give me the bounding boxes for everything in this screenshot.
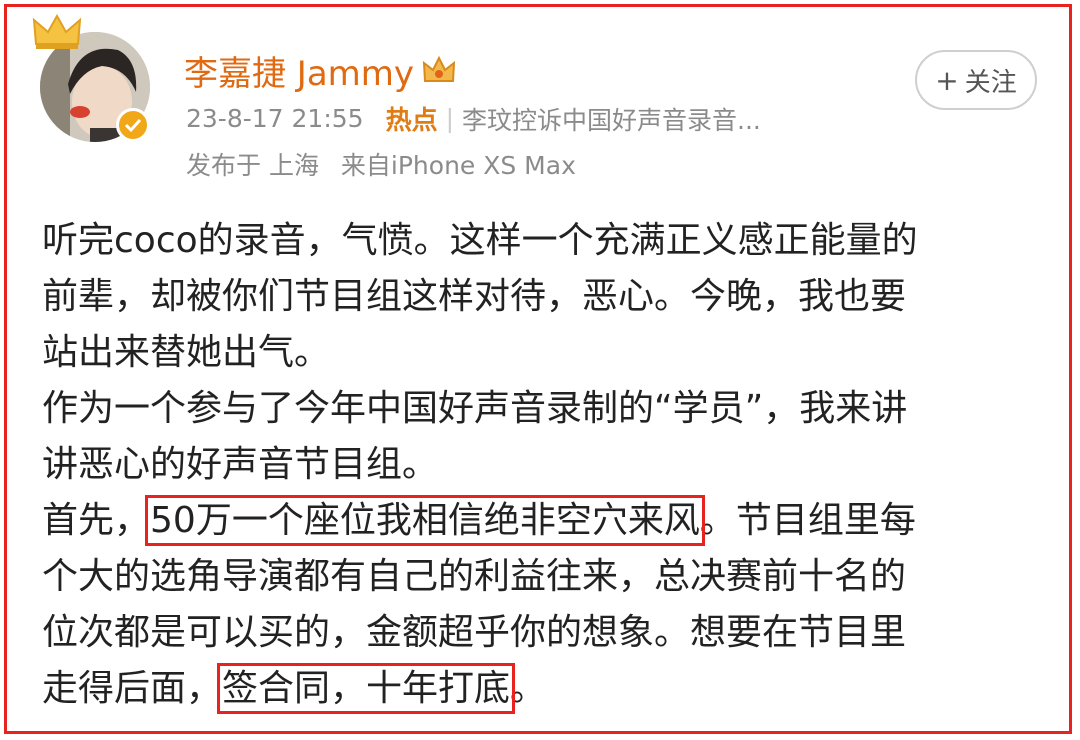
highlighted-claim: 签合同，十年打底	[217, 663, 516, 714]
post-line: 前辈，却被你们节目组这样对待，恶心。今晚，我也要	[42, 276, 907, 317]
post-line: 位次都是可以买的，金额超乎你的想象。想要在节目里	[42, 612, 907, 653]
follow-label: 关注	[964, 67, 1017, 98]
vip-crown-icon	[422, 55, 456, 82]
crown-icon	[32, 13, 82, 49]
verified-badge-icon	[116, 108, 150, 142]
post-text: 首先，	[42, 500, 151, 541]
hot-badge: 热点	[385, 106, 438, 136]
username-text[interactable]: 李嘉捷 Jammy	[184, 46, 414, 95]
post-line: 听完coco的录音，气愤。这样一个充满正义感正能量的	[42, 220, 918, 261]
post-meta: 23-8-17 21:55 热点 | 李玟控诉中国好声音录音...	[186, 100, 761, 137]
topic-link[interactable]: 李玟控诉中国好声音录音...	[462, 101, 761, 137]
post-line: 站出来替她出气。	[42, 332, 331, 373]
post-line: 作为一个参与了今年中国好声音录制的“学员”，我来讲	[42, 388, 908, 429]
follow-button[interactable]: + 关注	[915, 50, 1037, 110]
timestamp: 23-8-17 21:55	[186, 104, 364, 133]
post-text: 。节目组里每	[699, 500, 916, 541]
post-text: 走得后面，	[42, 668, 223, 709]
separator: |	[445, 104, 455, 133]
plus-icon: +	[935, 63, 959, 97]
post-line: 走得后面，签合同，十年打底。	[42, 661, 1062, 717]
post-line: 讲恶心的好声音节目组。	[42, 444, 439, 485]
post-line: 个大的选角导演都有自己的利益往来，总决赛前十名的	[42, 556, 907, 597]
highlighted-claim: 50万一个座位我相信绝非空穴来风	[145, 495, 705, 546]
username[interactable]: 李嘉捷 Jammy	[184, 46, 456, 95]
location-text: 发布于 上海	[186, 151, 319, 180]
post-text: 。	[510, 668, 547, 709]
device-text: 来自iPhone XS Max	[340, 151, 576, 180]
post-body: 听完coco的录音，气愤。这样一个充满正义感正能量的 前辈，却被你们节目组这样对…	[42, 213, 1062, 717]
post-source: 发布于 上海 来自iPhone XS Max	[186, 146, 576, 182]
post-line: 首先，50万一个座位我相信绝非空穴来风。节目组里每	[42, 493, 1062, 549]
